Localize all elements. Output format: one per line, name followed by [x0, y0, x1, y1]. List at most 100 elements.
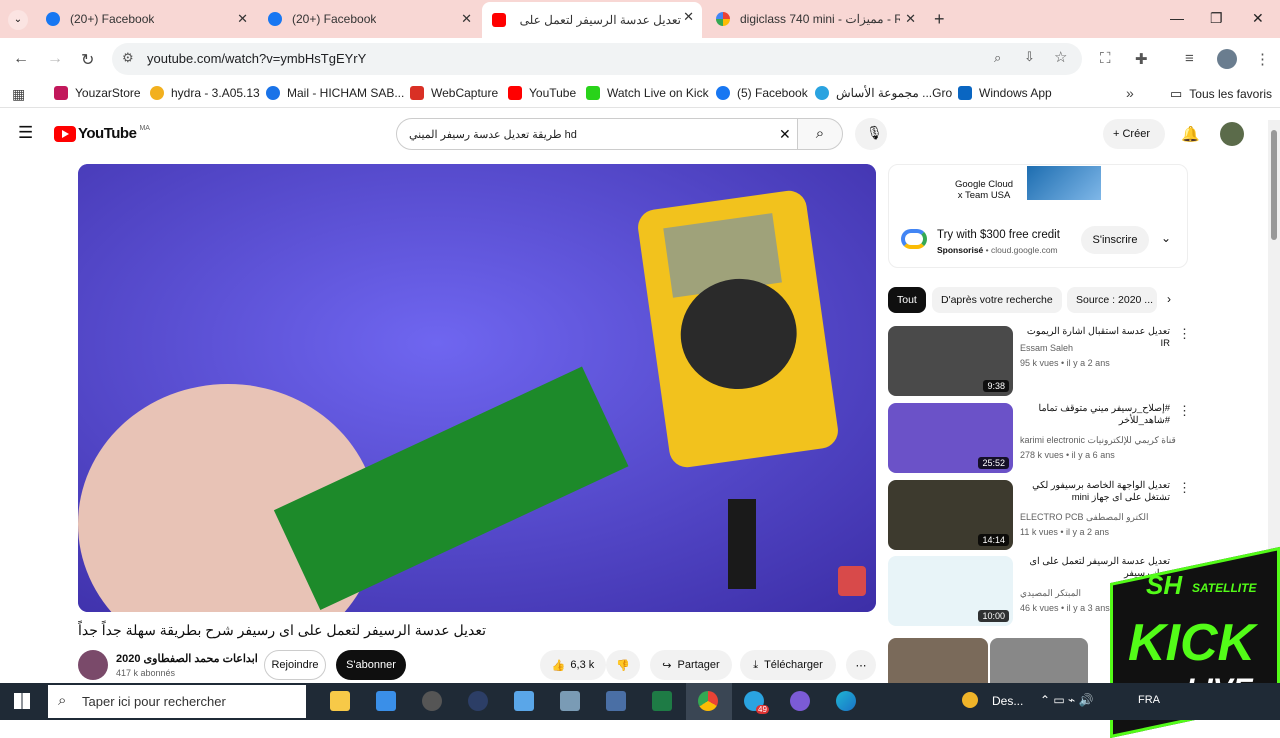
more-vertical-icon[interactable]: ⋮: [1178, 326, 1191, 342]
weather-icon[interactable]: [962, 692, 978, 708]
zoom-icon[interactable]: ⌕: [994, 50, 1001, 66]
more-actions-button[interactable]: ⋯: [846, 650, 876, 680]
bookmark-star-icon[interactable]: ☆: [1054, 48, 1067, 66]
restore-button[interactable]: ❐: [1210, 10, 1223, 27]
url-text[interactable]: youtube.com/watch?v=ymbHsTgEYrY: [147, 51, 366, 66]
join-button[interactable]: Rejoindre: [264, 650, 326, 680]
bookmark-youzarstore[interactable]: YouzarStore: [54, 86, 141, 100]
youtube-logo[interactable]: YouTube MA: [54, 125, 150, 142]
file-explorer-icon[interactable]: [330, 691, 350, 711]
excel-icon[interactable]: [652, 691, 672, 711]
partial-thumbnail[interactable]: [888, 638, 988, 683]
all-bookmarks-folder[interactable]: ▭ Tous les favoris: [1170, 86, 1272, 102]
tab-facebook-1[interactable]: (20+) Facebook ✕: [36, 4, 256, 34]
tray-icons[interactable]: ⌃ ▭ ⌁ 🔊: [1040, 693, 1094, 707]
mail-app-icon[interactable]: [376, 691, 396, 711]
video-thumbnail[interactable]: 10:00: [888, 556, 1013, 626]
recommendation-item[interactable]: 14:14 تعديل الواجهة الخاصة برسيفور لكي ت…: [888, 480, 1191, 552]
channel-name[interactable]: ابداعات محمد الصفطاوى 2020: [116, 652, 258, 665]
recommendation-channel[interactable]: ELECTRO PCB الكترو المصطفى: [1020, 512, 1148, 523]
recommendation-title[interactable]: #إصلاح_رسيفر ميني متوقف تماما #شاهد_للأخ…: [1020, 403, 1170, 427]
tool-app-icon[interactable]: [560, 691, 580, 711]
language-indicator[interactable]: FRA: [1138, 694, 1160, 706]
sponsored-ad[interactable]: Google Cloud x Team USA Try with $300 fr…: [888, 164, 1188, 268]
tab-facebook-2[interactable]: (20+) Facebook ✕: [258, 4, 480, 34]
recommendation-channel[interactable]: Essam Saleh: [1020, 343, 1073, 353]
video-thumbnail[interactable]: 14:14: [888, 480, 1013, 550]
reload-icon[interactable]: ↻: [81, 50, 94, 70]
chip-related[interactable]: D'après votre recherche: [932, 287, 1062, 313]
video-thumbnail[interactable]: 25:52: [888, 403, 1013, 473]
account-avatar[interactable]: [1220, 122, 1244, 146]
site-settings-icon[interactable]: ⚙: [122, 50, 134, 66]
create-button[interactable]: + Créer: [1103, 119, 1165, 149]
weather-text[interactable]: Des...: [992, 694, 1023, 708]
ad-cta-button[interactable]: S'inscrire: [1081, 226, 1149, 254]
bookmark-hydra[interactable]: hydra - 3.A05.13: [150, 86, 260, 100]
close-window-button[interactable]: ✕: [1252, 10, 1264, 27]
app-icon[interactable]: [422, 691, 442, 711]
bookmark-youtube[interactable]: YouTube: [508, 86, 576, 100]
back-arrow-icon[interactable]: ←: [13, 50, 29, 68]
search-button[interactable]: ⌕: [797, 118, 843, 150]
chip-all[interactable]: Tout: [888, 287, 926, 313]
recommendation-item[interactable]: 25:52 #إصلاح_رسيفر ميني متوقف تماما #شاه…: [888, 403, 1191, 475]
tab-google-search[interactable]: digiclass 740 mini - مميزات - Rec ✕: [706, 4, 924, 34]
notifications-bell-icon[interactable]: 🔔: [1181, 125, 1200, 143]
tab-search-button[interactable]: ⌄: [8, 10, 28, 30]
windows-start-icon[interactable]: [14, 693, 30, 709]
bookmark-webcapture[interactable]: WebCapture: [410, 86, 498, 100]
forward-arrow-icon[interactable]: →: [47, 50, 63, 68]
install-icon[interactable]: ⇩: [1024, 49, 1035, 65]
chip-source[interactable]: Source : 2020 ...: [1067, 287, 1157, 313]
camera-app-icon[interactable]: [468, 691, 488, 711]
screenshot-icon[interactable]: ⛶: [1100, 50, 1111, 67]
subscribe-button[interactable]: S'abonner: [336, 650, 406, 680]
bookmark-facebook[interactable]: (5) Facebook: [716, 86, 808, 100]
minimize-button[interactable]: —: [1170, 10, 1184, 26]
profile-avatar[interactable]: [1217, 49, 1237, 69]
chrome-icon[interactable]: [698, 691, 718, 711]
close-icon[interactable]: ✕: [683, 9, 694, 25]
hamburger-menu-icon[interactable]: ☰: [18, 123, 33, 143]
bookmark-group[interactable]: مجموعة الأساش ...Gro: [815, 86, 952, 100]
clear-search-icon[interactable]: ✕: [779, 126, 791, 143]
partial-thumbnail[interactable]: [990, 638, 1088, 683]
chevron-right-icon[interactable]: ›: [1167, 292, 1171, 306]
chevron-right-icon[interactable]: »: [1126, 85, 1134, 101]
bookmark-kick[interactable]: Watch Live on Kick: [586, 86, 709, 100]
apps-grid-icon[interactable]: ▦: [12, 86, 25, 103]
download-button[interactable]: ⤓ Télécharger: [740, 650, 836, 680]
more-vertical-icon[interactable]: ⋮: [1178, 403, 1191, 419]
share-button[interactable]: ↪ Partager: [650, 650, 732, 680]
calculator-icon[interactable]: [606, 691, 626, 711]
dislike-button[interactable]: 👎: [606, 650, 640, 680]
recommendation-channel[interactable]: المبتكر المصيدي: [1020, 588, 1081, 599]
close-icon[interactable]: ✕: [237, 11, 248, 27]
chevron-down-icon[interactable]: ⌄: [1161, 231, 1171, 245]
media-controls-icon[interactable]: ≡: [1185, 50, 1194, 67]
video-player[interactable]: [78, 164, 876, 612]
app-icon[interactable]: [790, 691, 810, 711]
new-tab-button[interactable]: +: [934, 9, 945, 30]
close-icon[interactable]: ✕: [461, 11, 472, 27]
close-icon[interactable]: ✕: [905, 11, 916, 27]
tab-youtube-active[interactable]: تعديل عدسة الرسيفر لتعمل على ✕: [482, 2, 702, 38]
recommendation-channel[interactable]: karimi electronic قناة كريمي للإلكترونيا…: [1020, 435, 1176, 446]
extensions-icon[interactable]: ✚: [1135, 50, 1148, 68]
bookmark-mail[interactable]: Mail - HICHAM SAB...: [266, 86, 404, 100]
channel-avatar[interactable]: [78, 650, 108, 680]
more-vertical-icon[interactable]: ⋮: [1178, 480, 1191, 496]
recommendation-item[interactable]: 9:38 تعديل عدسة استقبال اشارة الريموت IR…: [888, 326, 1191, 398]
laptop-app-icon[interactable]: [514, 691, 534, 711]
voice-search-button[interactable]: 🎙: [855, 118, 887, 150]
video-thumbnail[interactable]: 9:38: [888, 326, 1013, 396]
like-button[interactable]: 👍 6,3 k: [540, 650, 606, 680]
search-input[interactable]: طريقة تعديل عدسة رسيفر الميني hd ✕: [396, 118, 798, 150]
search-query-text[interactable]: طريقة تعديل عدسة رسيفر الميني hd: [409, 128, 577, 141]
taskbar-search-input[interactable]: ⌕ Taper ici pour rechercher: [48, 685, 306, 718]
menu-dots-icon[interactable]: ⋮: [1255, 50, 1270, 68]
recommendation-title[interactable]: تعديل الواجهة الخاصة برسيفور لكي تشتغل ع…: [1020, 480, 1170, 504]
address-bar[interactable]: ⚙ youtube.com/watch?v=ymbHsTgEYrY ⌕ ⇩ ☆: [112, 43, 1082, 75]
bookmark-windows-app[interactable]: Windows App: [958, 86, 1052, 100]
